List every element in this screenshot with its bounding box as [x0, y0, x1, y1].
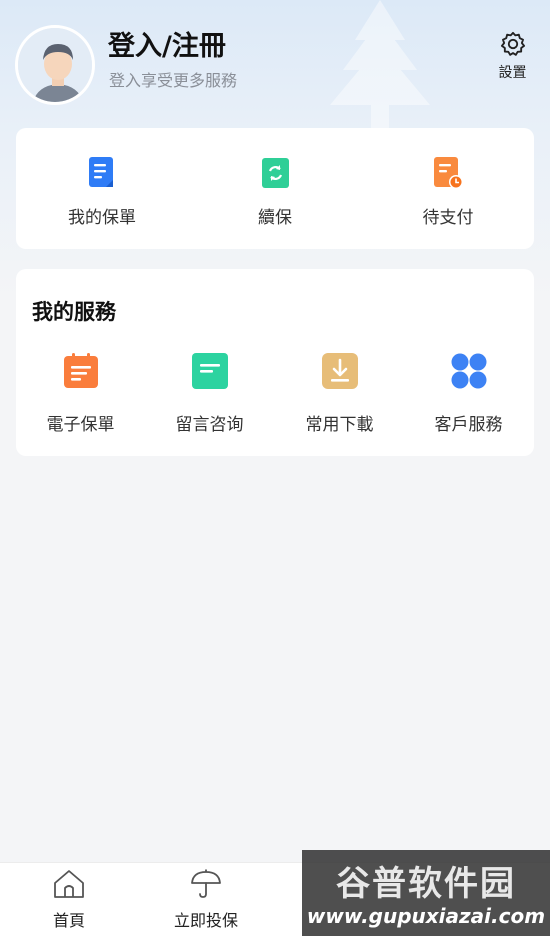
- my-policies-button[interactable]: 我的保單: [16, 128, 188, 249]
- customer-service-label: 客戶服務: [434, 415, 503, 435]
- e-policy-button[interactable]: 電子保單: [16, 349, 145, 439]
- policy-doc-icon: [89, 157, 113, 187]
- download-icon: [321, 353, 358, 389]
- avatar[interactable]: [15, 25, 95, 105]
- renew-label: 續保: [258, 208, 292, 228]
- common-downloads-label: 常用下載: [305, 415, 374, 435]
- renew-icon: [262, 158, 289, 188]
- common-downloads-button[interactable]: 常用下載: [275, 349, 404, 439]
- tab-insure-now-label: 立即投保: [173, 911, 238, 930]
- watermark-url: www.gupuxiazai.com: [306, 904, 546, 928]
- my-services-card: 我的服務 電子保單 留言咨询 常用下載 客戶服務: [16, 269, 534, 456]
- profile-header: 登入/注冊 登入享受更多服務 設置: [0, 0, 550, 120]
- my-policies-label: 我的保單: [68, 208, 136, 228]
- watermark-title: 谷普软件园: [336, 864, 516, 904]
- message-consult-button[interactable]: 留言咨询: [145, 349, 274, 439]
- quick-actions-card: 我的保單 續保 待支付: [16, 128, 534, 249]
- message-consult-label: 留言咨询: [175, 415, 244, 435]
- e-policy-icon: [63, 353, 98, 388]
- login-subtitle: 登入享受更多服務: [109, 71, 238, 90]
- services-title: 我的服務: [32, 300, 116, 324]
- tab-home-label: 首頁: [52, 911, 85, 930]
- home-icon: [54, 870, 84, 898]
- tab-insure-now[interactable]: 立即投保: [151, 869, 261, 935]
- message-icon: [191, 353, 228, 389]
- renew-button[interactable]: 續保: [189, 128, 361, 249]
- site-watermark: 谷普软件园 www.gupuxiazai.com: [302, 850, 550, 936]
- user-avatar-icon: [18, 28, 92, 102]
- customer-service-icon: [451, 353, 486, 389]
- e-policy-label: 電子保單: [46, 415, 115, 435]
- login-register-title[interactable]: 登入/注冊: [108, 24, 226, 63]
- pending-payment-button[interactable]: 待支付: [362, 128, 534, 249]
- pending-payment-icon: [434, 157, 463, 189]
- tab-home[interactable]: 首頁: [14, 869, 124, 935]
- gear-icon: [500, 31, 525, 56]
- pending-payment-label: 待支付: [422, 208, 474, 228]
- umbrella-icon: [191, 869, 221, 898]
- customer-service-button[interactable]: 客戶服務: [404, 349, 533, 439]
- settings-button[interactable]: 設置: [490, 30, 535, 90]
- settings-label: 設置: [498, 65, 527, 81]
